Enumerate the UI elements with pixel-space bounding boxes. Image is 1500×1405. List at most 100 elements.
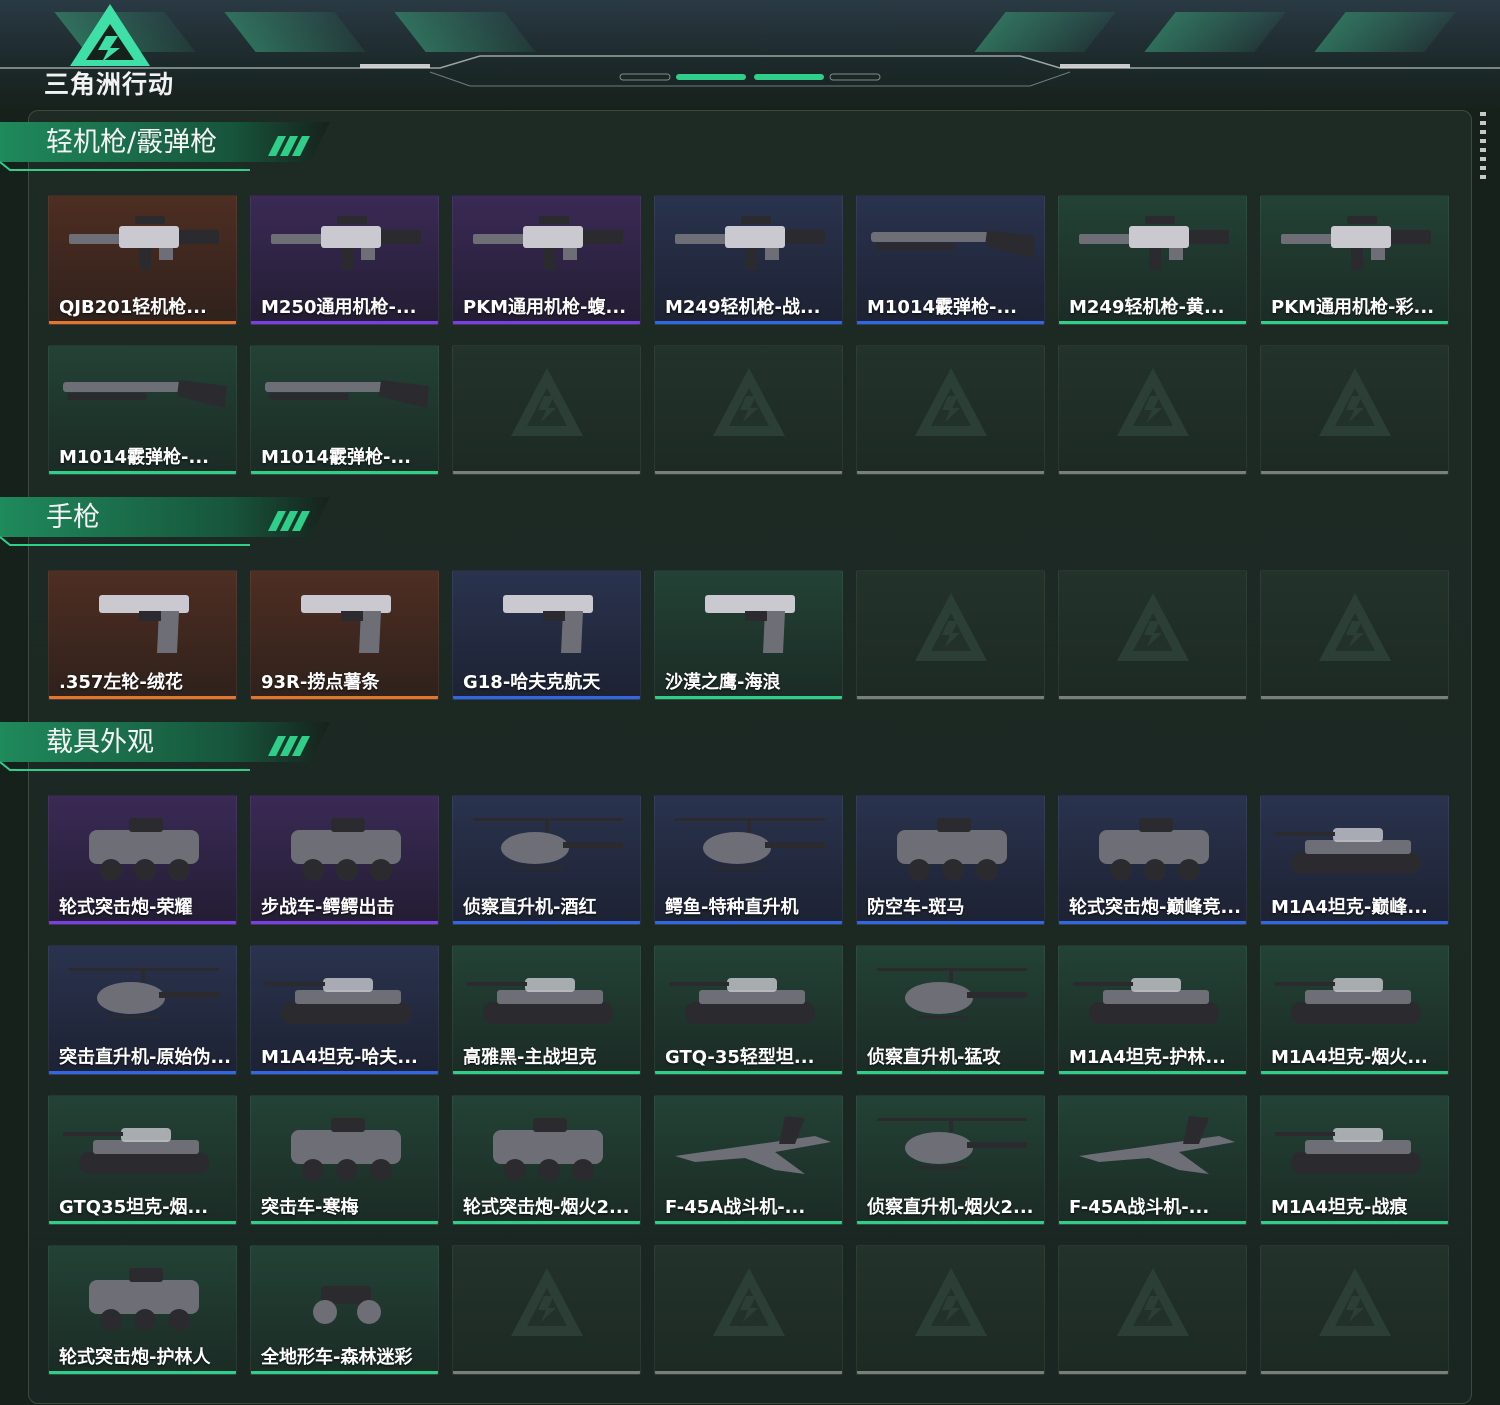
rarity-bar <box>251 321 438 324</box>
item-card[interactable]: M1014霰弹枪-... <box>856 195 1045 325</box>
item-card[interactable]: M1A4坦克-哈夫... <box>250 945 439 1075</box>
rarity-bar <box>857 321 1044 324</box>
item-card[interactable]: 侦察直升机-烟火2... <box>856 1095 1045 1225</box>
item-card[interactable]: PKM通用机枪-彩... <box>1260 195 1449 325</box>
empty-slot <box>856 570 1045 700</box>
item-card[interactable]: QJB201轻机枪... <box>48 195 237 325</box>
item-card[interactable]: 防空车-斑马 <box>856 795 1045 925</box>
item-card[interactable]: 轮式突击炮-烟火2... <box>452 1095 641 1225</box>
armored-car-icon <box>493 1118 603 1181</box>
fighter-jet-icon <box>675 1116 831 1174</box>
item-label: M1A4坦克-巅峰... <box>1271 897 1428 918</box>
item-card[interactable]: GTQ35坦克-烟... <box>48 1095 237 1225</box>
item-card[interactable]: 轮式突击炮-荣耀 <box>48 795 237 925</box>
item-card[interactable]: .357左轮-绒花 <box>48 570 237 700</box>
rarity-bar <box>453 1071 640 1074</box>
machine-gun-icon <box>1281 216 1431 270</box>
item-label: 防空车-斑马 <box>867 897 965 918</box>
item-card[interactable]: M1A4坦克-烟火... <box>1260 945 1449 1075</box>
slot-bar <box>1261 1371 1448 1374</box>
item-label: 轮式突击炮-烟火2... <box>463 1197 630 1218</box>
pistol-icon <box>705 595 795 653</box>
item-card[interactable]: 轮式突击炮-巅峰竞... <box>1058 795 1247 925</box>
item-card[interactable]: 侦察直升机-猛攻 <box>856 945 1045 1075</box>
item-label: 侦察直升机-酒红 <box>463 897 597 918</box>
item-card[interactable]: 沙漠之鹰-海浪 <box>654 570 843 700</box>
armored-car-icon <box>1099 818 1209 881</box>
empty-slot <box>1058 1245 1247 1375</box>
header-frame-lines <box>0 55 1500 87</box>
section-title: 轻机枪/霰弹枪 <box>46 127 218 158</box>
slot-bar <box>857 471 1044 474</box>
item-card[interactable]: M1A4坦克-护林... <box>1058 945 1247 1075</box>
tank-icon <box>467 978 613 1024</box>
page-header: 三角洲行动 <box>0 0 1500 110</box>
light-machine-gun-icon <box>675 216 825 270</box>
item-card[interactable]: 轮式突击炮-护林人 <box>48 1245 237 1375</box>
item-label: PKM通用机枪-彩... <box>1271 297 1435 318</box>
rarity-bar <box>453 1221 640 1224</box>
item-label: 高雅黑-主战坦克 <box>463 1047 597 1068</box>
rarity-bar <box>857 921 1044 924</box>
slot-bar <box>1059 696 1246 699</box>
item-label: M250通用机枪-... <box>261 297 417 318</box>
item-card[interactable]: M249轻机枪-黄... <box>1058 195 1247 325</box>
shotgun-icon <box>63 380 227 408</box>
rarity-bar <box>251 1071 438 1074</box>
item-card[interactable]: 高雅黑-主战坦克 <box>452 945 641 1075</box>
rarity-bar <box>1261 1221 1448 1224</box>
item-card[interactable]: M1A4坦克-巅峰... <box>1260 795 1449 925</box>
rarity-bar <box>453 321 640 324</box>
item-label: G18-哈夫克航天 <box>463 672 601 693</box>
item-label: 步战车-鳄鳄出击 <box>261 897 395 918</box>
item-label: QJB201轻机枪... <box>59 297 207 318</box>
item-label: 轮式突击炮-巅峰竞... <box>1069 897 1241 918</box>
item-card[interactable]: M1A4坦克-战痕 <box>1260 1095 1449 1225</box>
rarity-bar <box>655 696 842 699</box>
pistol-icon <box>503 595 593 653</box>
empty-slot <box>452 345 641 475</box>
rarity-bar <box>251 471 438 474</box>
empty-slot <box>654 345 843 475</box>
item-card[interactable]: M1014霰弹枪-... <box>48 345 237 475</box>
machine-gun-icon <box>271 216 421 270</box>
slot-bar <box>1059 471 1246 474</box>
item-card[interactable]: 步战车-鳄鳄出击 <box>250 795 439 925</box>
tank-icon <box>1275 1128 1421 1174</box>
item-label: M1A4坦克-哈夫... <box>261 1047 418 1068</box>
item-card[interactable]: 93R-捞点薯条 <box>250 570 439 700</box>
delta-watermark-icon <box>713 1268 785 1336</box>
item-label: M249轻机枪-黄... <box>1069 297 1225 318</box>
rarity-bar <box>1059 921 1246 924</box>
scrollbar-handle[interactable] <box>1480 112 1486 182</box>
ifv-icon <box>897 818 1007 881</box>
item-label: GTQ-35轻型坦... <box>665 1047 815 1068</box>
slot-bar <box>1261 471 1448 474</box>
delta-watermark-icon <box>1117 1268 1189 1336</box>
tank-icon <box>669 978 815 1024</box>
item-card[interactable]: 突击直升机-原始伪... <box>48 945 237 1075</box>
item-card[interactable]: 突击车-寒梅 <box>250 1095 439 1225</box>
item-label: 沙漠之鹰-海浪 <box>665 672 781 693</box>
item-card[interactable]: 侦察直升机-酒红 <box>452 795 641 925</box>
item-label: 93R-捞点薯条 <box>261 672 380 693</box>
item-label: 轮式突击炮-荣耀 <box>59 897 193 918</box>
section-header-pistol: 手枪 <box>0 495 340 549</box>
item-card[interactable]: 鳄鱼-特种直升机 <box>654 795 843 925</box>
item-card[interactable]: 全地形车-森林迷彩 <box>250 1245 439 1375</box>
item-card[interactable]: M1014霰弹枪-... <box>250 345 439 475</box>
armored-car-icon <box>89 1268 199 1331</box>
item-card[interactable]: F-45A战斗机-... <box>1058 1095 1247 1225</box>
item-card[interactable]: PKM通用机枪-蝮... <box>452 195 641 325</box>
rarity-bar <box>49 921 236 924</box>
item-card[interactable]: M249轻机枪-战... <box>654 195 843 325</box>
item-card[interactable]: GTQ-35轻型坦... <box>654 945 843 1075</box>
machine-gun-icon <box>473 216 623 270</box>
item-label: M1014霰弹枪-... <box>867 297 1017 318</box>
item-label: 突击直升机-原始伪... <box>59 1047 231 1068</box>
item-card[interactable]: F-45A战斗机-... <box>654 1095 843 1225</box>
helicopter-icon <box>69 968 219 1019</box>
item-card[interactable]: M250通用机枪-... <box>250 195 439 325</box>
delta-watermark-icon <box>1117 368 1189 436</box>
item-card[interactable]: G18-哈夫克航天 <box>452 570 641 700</box>
